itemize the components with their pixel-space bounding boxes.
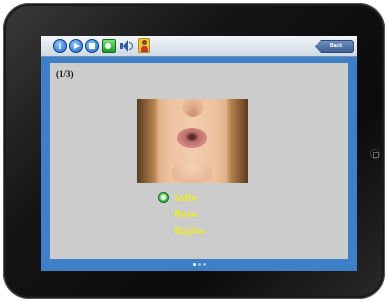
lips — [177, 128, 207, 148]
play-icon[interactable] — [69, 39, 83, 53]
hair-left — [137, 99, 159, 183]
stop-icon[interactable] — [85, 39, 99, 53]
nose — [182, 99, 204, 117]
hair-right — [226, 99, 248, 183]
lesson-panel: (1/3) IoBo Bata Bajita — [50, 63, 348, 259]
chin — [172, 161, 212, 183]
lips-photo — [137, 99, 248, 183]
page-dot[interactable] — [197, 263, 201, 266]
word-item[interactable]: Bata — [174, 208, 197, 220]
person-icon[interactable] — [138, 38, 150, 53]
app-screen: Back (1/3) IoBo Bata Bajita — [41, 36, 357, 271]
word-item[interactable]: Bajita — [174, 225, 204, 237]
speaker-cone — [123, 40, 128, 52]
info-icon[interactable] — [53, 39, 67, 53]
word-play-icon[interactable] — [158, 192, 169, 203]
page-dot[interactable] — [202, 263, 206, 266]
speaker-icon[interactable] — [119, 39, 133, 53]
back-button[interactable]: Back — [315, 40, 354, 53]
word-item[interactable]: IoBo — [174, 192, 197, 204]
page-indicator — [41, 263, 357, 266]
toolbar: Back — [41, 36, 357, 57]
home-button[interactable] — [370, 149, 380, 159]
page-dot[interactable] — [192, 263, 196, 266]
check-icon[interactable] — [102, 39, 116, 53]
speaker-wave — [129, 42, 133, 50]
slide-counter: (1/3) — [56, 69, 74, 79]
